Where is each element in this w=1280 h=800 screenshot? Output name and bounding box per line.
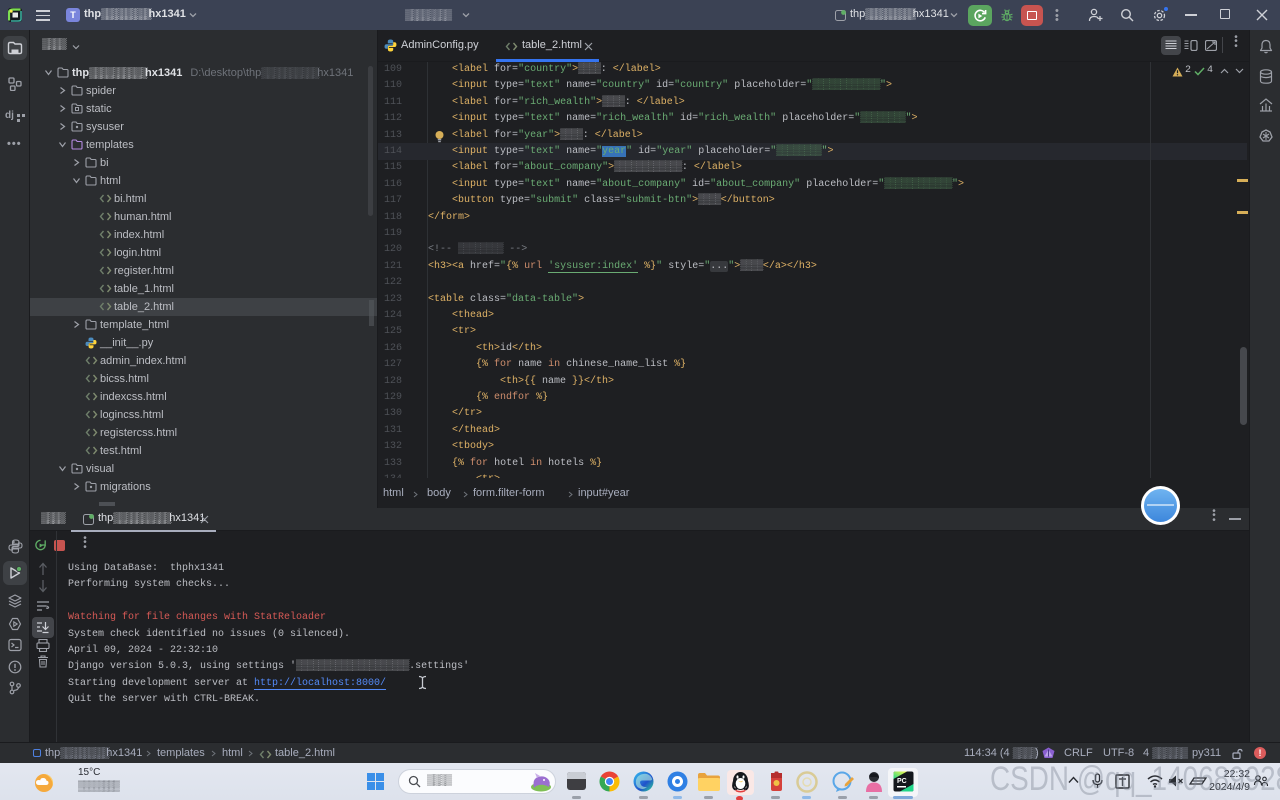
svg-text:PC: PC	[897, 778, 907, 785]
